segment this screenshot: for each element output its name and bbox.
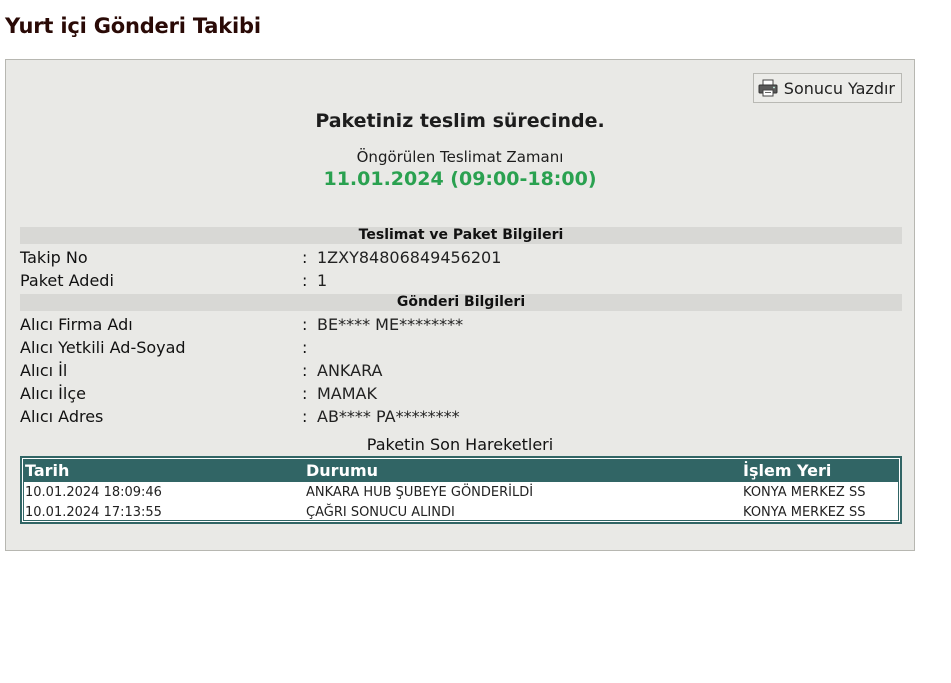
column-header-date: Tarih [25,461,70,480]
column-header-location: İşlem Yeri [743,461,832,480]
info-separator: : [302,315,308,334]
info-label: Alıcı İl [20,361,68,380]
recipient-company-value: BE**** ME******** [317,315,464,334]
info-separator: : [302,338,308,357]
print-result-label: Sonucu Yazdır [783,78,895,98]
delivery-status-message: Paketiniz teslim sürecinde. [315,110,605,132]
info-label: Paket Adedi [20,271,114,290]
section-header-shipment-info: Gönderi Bilgileri [20,294,902,311]
eta-label: Öngörülen Teslimat Zamanı [356,148,564,166]
info-separator: : [302,248,308,267]
history-table-inner: Tarih Durumu İşlem Yeri 10.01.2024 18:09… [23,459,899,521]
info-separator: : [302,384,308,403]
info-separator: : [302,361,308,380]
info-row-recipient-company: Alıcı Firma Adı : BE**** ME******** [20,314,902,336]
info-row-package-count: Paket Adedi : 1 [20,270,902,292]
info-row-tracking-no: Takip No : 1ZXY84806849456201 [20,247,902,269]
package-count-value: 1 [317,271,328,290]
table-row: 10.01.2024 18:09:46 ANKARA HUB ŞUBEYE GÖ… [24,483,898,503]
cell-location: KONYA MERKEZ SS [743,505,866,520]
recipient-district-value: MAMAK [317,384,377,403]
cell-location: KONYA MERKEZ SS [743,485,866,500]
printer-icon [758,79,778,97]
info-row-recipient-city: Alıcı İl : ANKARA [20,360,902,382]
info-label: Takip No [20,248,88,267]
recipient-address-value: AB**** PA******** [317,407,460,426]
info-label: Alıcı İlçe [20,384,86,403]
info-label: Alıcı Yetkili Ad-Soyad [20,338,186,357]
info-row-recipient-address: Alıcı Adres : AB**** PA******** [20,406,902,428]
history-table: Tarih Durumu İşlem Yeri 10.01.2024 18:09… [20,456,902,524]
eta-value: 11.01.2024 (09:00-18:00) [323,168,597,190]
tracking-number-value: 1ZXY84806849456201 [317,248,502,267]
print-result-button[interactable]: Sonucu Yazdır [752,73,902,103]
cell-date: 10.01.2024 18:09:46 [25,485,162,500]
cell-status: ÇAĞRI SONUCU ALINDI [306,505,455,520]
page-title: Yurt içi Gönderi Takibi [5,14,261,38]
history-table-header: Tarih Durumu İşlem Yeri [24,460,898,482]
info-separator: : [302,407,308,426]
info-label: Alıcı Adres [20,407,104,426]
recipient-city-value: ANKARA [317,361,383,380]
info-row-recipient-contact: Alıcı Yetkili Ad-Soyad : [20,337,902,359]
section-header-package-info: Teslimat ve Paket Bilgileri [20,227,902,244]
info-row-recipient-district: Alıcı İlçe : MAMAK [20,383,902,405]
history-title: Paketin Son Hareketleri [366,435,554,454]
info-label: Alıcı Firma Adı [20,315,133,334]
cell-status: ANKARA HUB ŞUBEYE GÖNDERİLDİ [306,485,534,500]
cell-date: 10.01.2024 17:13:55 [25,505,162,520]
column-header-status: Durumu [306,461,379,480]
table-row: 10.01.2024 17:13:55 ÇAĞRI SONUCU ALINDI … [24,503,898,523]
tracking-panel: Sonucu Yazdır Paketiniz teslim sürecinde… [5,59,915,551]
info-separator: : [302,271,308,290]
